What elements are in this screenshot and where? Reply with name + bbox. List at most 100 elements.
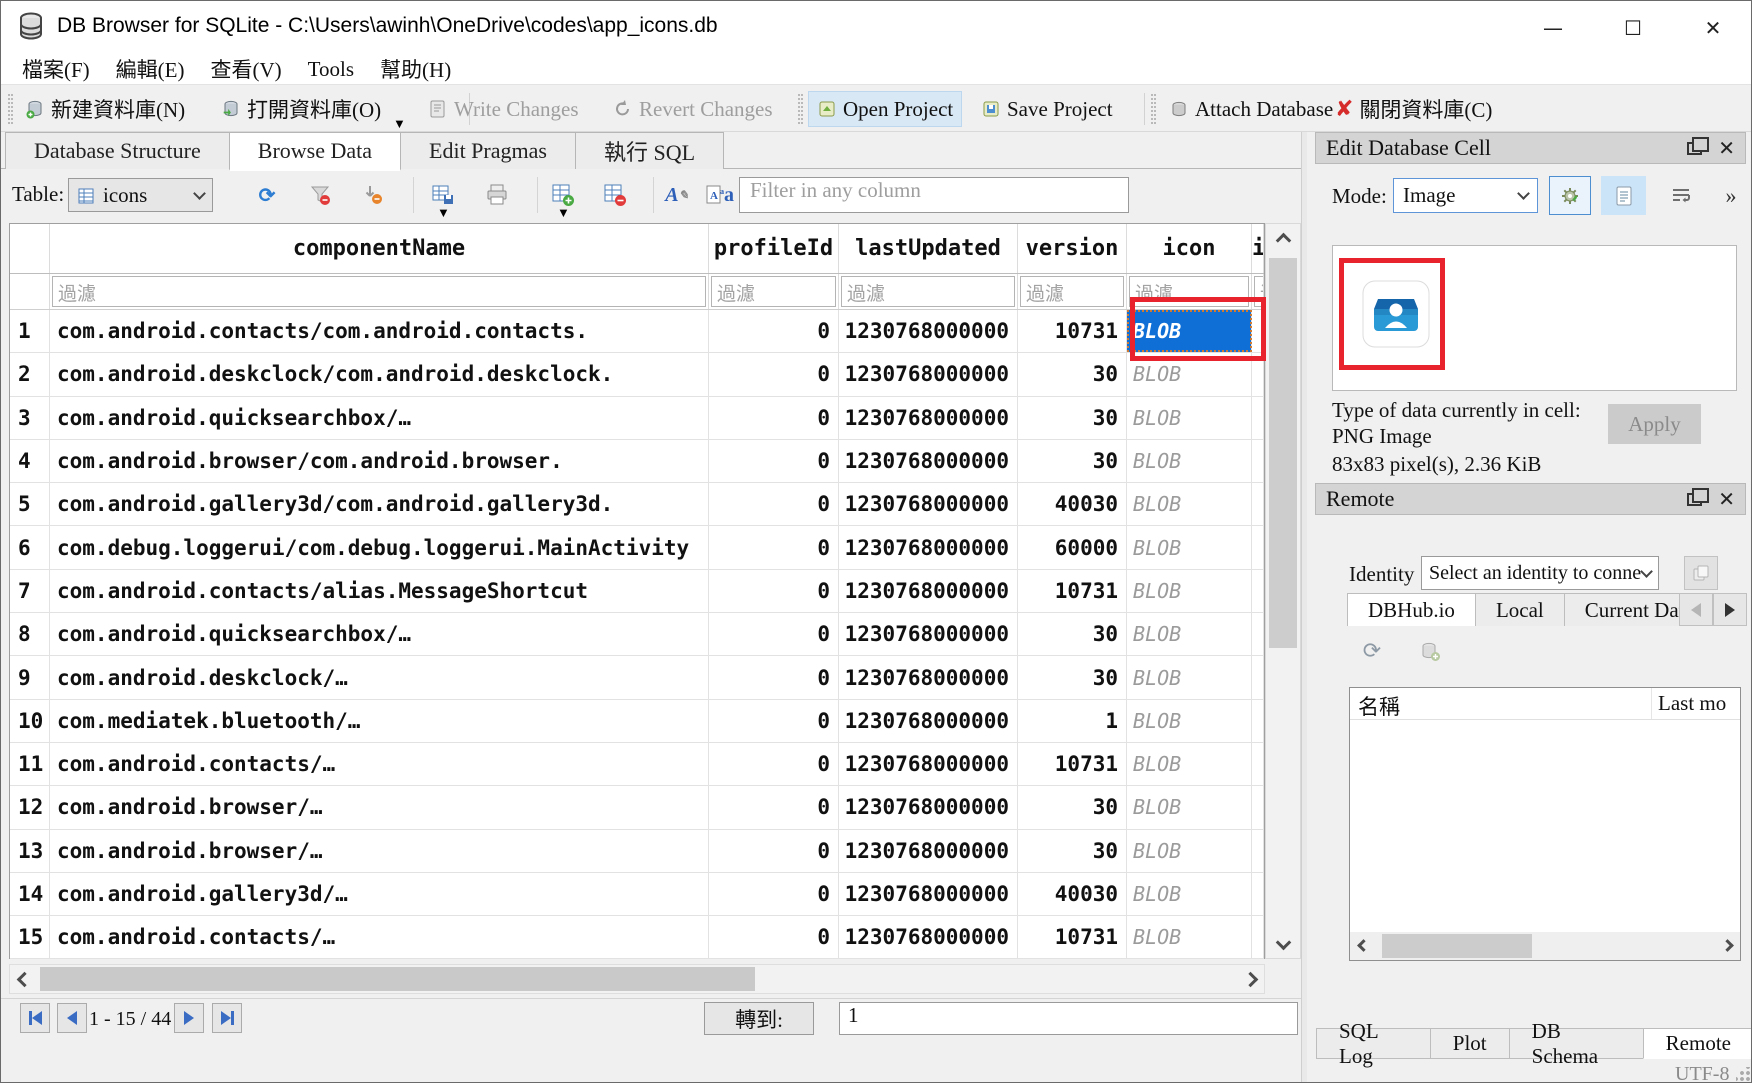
cell-componentName[interactable]: com.android.contacts/… bbox=[50, 743, 709, 785]
grid-vertical-scrollbar[interactable] bbox=[1265, 223, 1301, 959]
cell-componentName[interactable]: com.android.browser/com.android.browser. bbox=[50, 440, 709, 482]
cell-lastUpdated[interactable]: 1230768000000 bbox=[839, 570, 1018, 612]
cell-version[interactable]: 30 bbox=[1018, 353, 1127, 395]
last-modified-column-header[interactable]: Last mo bbox=[1652, 688, 1740, 719]
open-database-dropdown-icon[interactable]: ▼ bbox=[393, 116, 406, 132]
close-button[interactable]: ✕ bbox=[1673, 1, 1752, 54]
close-panel-icon[interactable]: ✕ bbox=[1718, 489, 1735, 509]
save-project-button[interactable]: Save Project bbox=[973, 91, 1121, 127]
cell-componentName[interactable]: com.android.deskclock/com.android.deskcl… bbox=[50, 353, 709, 395]
cell-extra[interactable] bbox=[1252, 570, 1264, 612]
cell-profileId[interactable]: 0 bbox=[709, 700, 839, 742]
cell-profileId[interactable]: 0 bbox=[709, 397, 839, 439]
cell-version[interactable]: 10731 bbox=[1018, 310, 1127, 352]
filter-next-partial[interactable]: 過濾 bbox=[1252, 274, 1264, 309]
next-page-button[interactable] bbox=[174, 1003, 204, 1033]
cell-icon[interactable]: BLOB bbox=[1127, 397, 1252, 439]
header-next-partial[interactable]: i bbox=[1252, 224, 1264, 273]
menu-view[interactable]: 查看(V) bbox=[198, 52, 295, 86]
cell-componentName[interactable]: com.android.deskclock/… bbox=[50, 656, 709, 698]
mode-select[interactable]: Image bbox=[1393, 178, 1538, 213]
cell-icon[interactable]: BLOB bbox=[1127, 916, 1252, 958]
clear-filter-icon[interactable] bbox=[306, 181, 334, 209]
print-icon[interactable] bbox=[483, 181, 511, 209]
revert-changes-button[interactable]: Revert Changes bbox=[605, 91, 781, 127]
goto-input[interactable]: 1 bbox=[839, 1002, 1298, 1035]
cell-lastUpdated[interactable]: 1230768000000 bbox=[839, 440, 1018, 482]
refresh-icon[interactable]: ⟳ bbox=[253, 181, 281, 209]
cell-componentName[interactable]: com.android.gallery3d/… bbox=[50, 873, 709, 915]
scroll-up-icon[interactable] bbox=[1269, 226, 1297, 254]
upload-database-icon[interactable] bbox=[1415, 636, 1445, 666]
cell-profileId[interactable]: 0 bbox=[709, 353, 839, 395]
vertical-scroll-thumb[interactable] bbox=[1269, 258, 1297, 648]
cell-profileId[interactable]: 0 bbox=[709, 483, 839, 525]
filter-icon[interactable]: 過濾 bbox=[1127, 274, 1252, 309]
cell-lastUpdated[interactable]: 1230768000000 bbox=[839, 526, 1018, 568]
new-record-dropdown-icon[interactable]: ▼ bbox=[557, 205, 570, 221]
cell-lastUpdated[interactable]: 1230768000000 bbox=[839, 786, 1018, 828]
horizontal-scroll-thumb[interactable] bbox=[1382, 934, 1532, 958]
remote-database-list[interactable]: 名稱 Last mo bbox=[1349, 687, 1741, 961]
open-project-button[interactable]: Open Project bbox=[808, 91, 962, 127]
auto-mode-button[interactable] bbox=[1549, 176, 1591, 215]
header-profileId[interactable]: profileId bbox=[709, 224, 839, 273]
header-componentName[interactable]: componentName bbox=[50, 224, 709, 273]
menu-file[interactable]: 檔案(F) bbox=[9, 52, 103, 86]
cell-icon[interactable]: BLOB bbox=[1127, 873, 1252, 915]
cell-version[interactable]: 30 bbox=[1018, 613, 1127, 655]
cell-icon[interactable]: BLOB bbox=[1127, 613, 1252, 655]
cell-lastUpdated[interactable]: 1230768000000 bbox=[839, 873, 1018, 915]
table-select[interactable]: icons bbox=[68, 178, 213, 212]
cell-version[interactable]: 1 bbox=[1018, 700, 1127, 742]
cell-version[interactable]: 40030 bbox=[1018, 483, 1127, 525]
cell-profileId[interactable]: 0 bbox=[709, 786, 839, 828]
word-wrap-button[interactable] bbox=[1661, 176, 1701, 215]
cell-version[interactable]: 10731 bbox=[1018, 570, 1127, 612]
tab-remote[interactable]: Remote bbox=[1643, 1028, 1752, 1059]
cell-extra[interactable] bbox=[1252, 397, 1264, 439]
cell-version[interactable]: 30 bbox=[1018, 656, 1127, 698]
filter-version[interactable]: 過濾 bbox=[1018, 274, 1127, 309]
cell-extra[interactable] bbox=[1252, 743, 1264, 785]
cell-profileId[interactable]: 0 bbox=[709, 570, 839, 612]
tab-execute-sql[interactable]: 執行 SQL bbox=[575, 132, 724, 169]
cell-icon[interactable]: BLOB bbox=[1127, 830, 1252, 872]
header-icon[interactable]: icon bbox=[1127, 224, 1252, 273]
close-database-button[interactable]: ✘ 關閉資料庫(C) bbox=[1327, 91, 1500, 127]
resize-grip-icon[interactable] bbox=[1736, 1067, 1750, 1081]
cell-componentName[interactable]: com.android.gallery3d/com.android.galler… bbox=[50, 483, 709, 525]
cell-extra[interactable] bbox=[1252, 440, 1264, 482]
tab-sql-log[interactable]: SQL Log bbox=[1316, 1028, 1431, 1059]
cell-icon[interactable]: BLOB bbox=[1127, 743, 1252, 785]
cell-lastUpdated[interactable]: 1230768000000 bbox=[839, 656, 1018, 698]
scroll-right-icon[interactable] bbox=[1714, 932, 1740, 958]
encoding-status[interactable]: UTF-8 bbox=[1675, 1063, 1729, 1083]
cell-lastUpdated[interactable]: 1230768000000 bbox=[839, 613, 1018, 655]
cell-profileId[interactable]: 0 bbox=[709, 526, 839, 568]
cell-profileId[interactable]: 0 bbox=[709, 440, 839, 482]
cell-icon[interactable]: BLOB bbox=[1127, 786, 1252, 828]
cell-profileId[interactable]: 0 bbox=[709, 613, 839, 655]
cell-icon[interactable]: BLOB bbox=[1127, 526, 1252, 568]
cell-profileId[interactable]: 0 bbox=[709, 916, 839, 958]
filter-lastUpdated[interactable]: 過濾 bbox=[839, 274, 1018, 309]
cell-lastUpdated[interactable]: 1230768000000 bbox=[839, 483, 1018, 525]
cell-componentName[interactable]: com.android.contacts/… bbox=[50, 916, 709, 958]
clone-database-button[interactable] bbox=[1684, 556, 1718, 590]
first-page-button[interactable] bbox=[20, 1003, 50, 1033]
open-database-button[interactable]: 打開資料庫(O) bbox=[213, 91, 389, 127]
filter-any-column-input[interactable]: Filter in any column bbox=[739, 177, 1129, 213]
cell-lastUpdated[interactable]: 1230768000000 bbox=[839, 743, 1018, 785]
tab-browse-data[interactable]: Browse Data bbox=[229, 132, 401, 171]
menu-edit[interactable]: 編輯(E) bbox=[103, 52, 198, 86]
refresh-remote-icon[interactable]: ⟳ bbox=[1357, 636, 1387, 666]
goto-button[interactable]: 轉到: bbox=[704, 1002, 814, 1035]
cell-componentName[interactable]: com.android.contacts/alias.MessageShortc… bbox=[50, 570, 709, 612]
cell-extra[interactable] bbox=[1252, 700, 1264, 742]
minimize-button[interactable]: — bbox=[1513, 1, 1593, 54]
scroll-left-icon[interactable] bbox=[10, 965, 38, 993]
cell-componentName[interactable]: com.debug.loggerui/com.debug.loggerui.Ma… bbox=[50, 526, 709, 568]
previous-page-button[interactable] bbox=[57, 1003, 87, 1033]
new-database-button[interactable]: 新建資料庫(N) bbox=[17, 91, 193, 127]
